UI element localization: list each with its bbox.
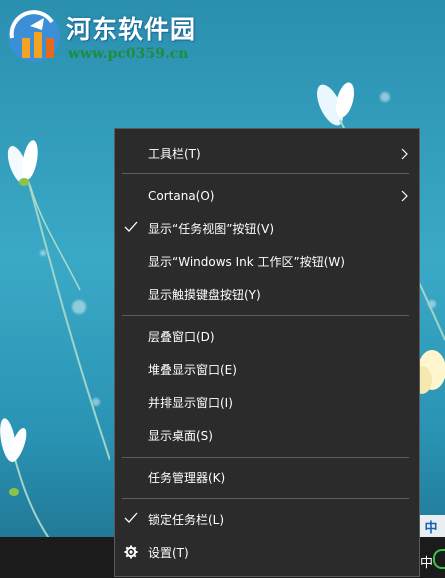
menu-separator bbox=[122, 498, 409, 499]
menu-item-label: 显示“Windows Ink 工作区”按钮(W) bbox=[148, 255, 345, 269]
menu-separator bbox=[122, 173, 409, 174]
gear-icon bbox=[124, 545, 138, 559]
menu-item-cascade-windows[interactable]: 层叠窗口(D) bbox=[115, 320, 419, 353]
menu-item-label: 设置(T) bbox=[148, 546, 189, 560]
menu-item-show-task-view[interactable]: 显示“任务视图”按钮(V) bbox=[115, 212, 419, 245]
menu-item-label: 显示“任务视图”按钮(V) bbox=[148, 222, 275, 236]
site-logo bbox=[8, 10, 60, 62]
menu-item-lock-taskbar[interactable]: 锁定任务栏(L) bbox=[115, 503, 419, 536]
tray-ime-label[interactable]: 中 bbox=[420, 552, 433, 571]
menu-item-label: 显示桌面(S) bbox=[148, 429, 213, 443]
menu-item-label: 工具栏(T) bbox=[148, 147, 201, 161]
menu-item-show-desktop[interactable]: 显示桌面(S) bbox=[115, 419, 419, 452]
checkmark-icon bbox=[124, 512, 138, 523]
menu-item-stack-windows[interactable]: 堆叠显示窗口(E) bbox=[115, 353, 419, 386]
chevron-right-icon bbox=[401, 190, 408, 202]
menu-item-label: 锁定任务栏(L) bbox=[148, 513, 225, 527]
menu-item-label: Cortana(O) bbox=[148, 188, 215, 203]
menu-item-side-by-side[interactable]: 并排显示窗口(I) bbox=[115, 386, 419, 419]
menu-item-show-windows-ink[interactable]: 显示“Windows Ink 工作区”按钮(W) bbox=[115, 245, 419, 278]
menu-item-label: 层叠窗口(D) bbox=[148, 330, 215, 344]
menu-item-cortana[interactable]: Cortana(O) bbox=[115, 179, 419, 212]
menu-item-label: 并排显示窗口(I) bbox=[148, 396, 233, 410]
flower-illustration bbox=[0, 140, 110, 540]
menu-separator bbox=[122, 457, 409, 458]
checkmark-icon bbox=[124, 221, 138, 232]
watermark-title: 河东软件园 bbox=[66, 15, 197, 44]
menu-item-label: 显示触摸键盘按钮(Y) bbox=[148, 288, 261, 302]
watermark-url: www.pc0359.cn bbox=[68, 46, 189, 62]
menu-separator bbox=[122, 315, 409, 316]
menu-item-show-touch-keyboard[interactable]: 显示触摸键盘按钮(Y) bbox=[115, 278, 419, 311]
menu-item-label: 任务管理器(K) bbox=[148, 471, 226, 485]
taskbar-context-menu: 工具栏(T) Cortana(O) 显示“任务视图”按钮(V) 显示“Windo… bbox=[114, 128, 420, 577]
chevron-right-icon bbox=[401, 148, 408, 160]
menu-item-task-manager[interactable]: 任务管理器(K) bbox=[115, 461, 419, 494]
menu-item-label: 堆叠显示窗口(E) bbox=[148, 363, 237, 377]
menu-item-settings[interactable]: 设置(T) bbox=[115, 536, 419, 569]
menu-item-toolbars[interactable]: 工具栏(T) bbox=[115, 137, 419, 170]
ime-indicator[interactable]: 中 bbox=[417, 515, 445, 537]
tray-app-icon[interactable] bbox=[433, 549, 445, 569]
